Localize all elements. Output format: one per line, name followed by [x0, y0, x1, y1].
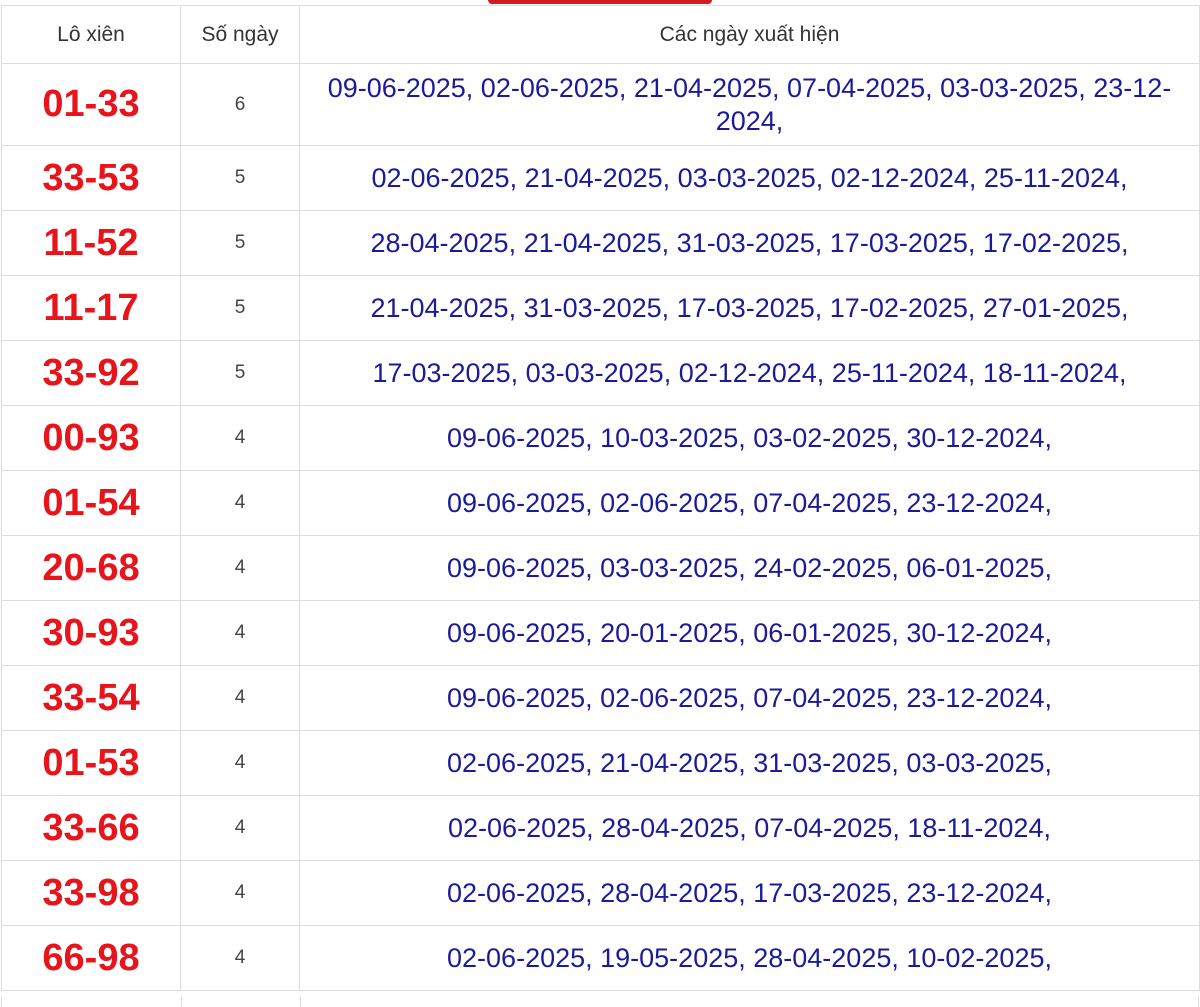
table-row: 11-52 5 28-04-2025, 21-04-2025, 31-03-20… — [1, 210, 1200, 276]
table-row: 33-54 4 09-06-2025, 02-06-2025, 07-04-20… — [1, 665, 1200, 731]
table-row: 00-93 4 09-06-2025, 10-03-2025, 03-02-20… — [1, 405, 1200, 471]
dates-cell: 09-06-2025, 10-03-2025, 03-02-2025, 30-1… — [299, 405, 1200, 471]
table-row: 33-53 5 02-06-2025, 21-04-2025, 03-03-20… — [1, 145, 1200, 211]
dates-cell: 09-06-2025, 03-03-2025, 24-02-2025, 06-0… — [299, 535, 1200, 601]
count-cell: 5 — [180, 340, 300, 406]
table-row: 33-98 4 02-06-2025, 28-04-2025, 17-03-20… — [1, 860, 1200, 926]
active-tab-indicator — [488, 0, 712, 4]
table-row: 20-68 4 09-06-2025, 03-03-2025, 24-02-20… — [1, 535, 1200, 601]
count-cell: 6 — [180, 63, 300, 146]
pair-cell: 33-98 — [1, 860, 181, 926]
lo-xien-table: Lô xiên Số ngày Các ngày xuất hiện 01-33… — [1, 5, 1200, 991]
pair-cell: 33-66 — [1, 795, 181, 861]
count-cell: 4 — [180, 925, 300, 991]
table-row: 30-93 4 09-06-2025, 20-01-2025, 06-01-20… — [1, 600, 1200, 666]
table-row: 01-53 4 02-06-2025, 21-04-2025, 31-03-20… — [1, 730, 1200, 796]
count-cell: 4 — [180, 470, 300, 536]
pair-cell: 66-98 — [1, 925, 181, 991]
column-divider — [300, 997, 301, 1007]
table-row: 33-66 4 02-06-2025, 28-04-2025, 07-04-20… — [1, 795, 1200, 861]
dates-cell: 21-04-2025, 31-03-2025, 17-03-2025, 17-0… — [299, 275, 1200, 341]
table-row: 66-98 4 02-06-2025, 19-05-2025, 28-04-20… — [1, 925, 1200, 991]
count-cell: 5 — [180, 145, 300, 211]
pair-cell: 01-53 — [1, 730, 181, 796]
pair-cell: 30-93 — [1, 600, 181, 666]
count-cell: 4 — [180, 405, 300, 471]
table-row: 33-92 5 17-03-2025, 03-03-2025, 02-12-20… — [1, 340, 1200, 406]
count-cell: 4 — [180, 795, 300, 861]
pair-cell: 11-52 — [1, 210, 181, 276]
dates-cell: 28-04-2025, 21-04-2025, 31-03-2025, 17-0… — [299, 210, 1200, 276]
pair-cell: 11-17 — [1, 275, 181, 341]
dates-cell: 09-06-2025, 02-06-2025, 07-04-2025, 23-1… — [299, 470, 1200, 536]
dates-cell: 02-06-2025, 28-04-2025, 17-03-2025, 23-1… — [299, 860, 1200, 926]
dates-cell: 02-06-2025, 28-04-2025, 07-04-2025, 18-1… — [299, 795, 1200, 861]
dates-cell: 17-03-2025, 03-03-2025, 02-12-2024, 25-1… — [299, 340, 1200, 406]
count-cell: 4 — [180, 600, 300, 666]
table-header-row: Lô xiên Số ngày Các ngày xuất hiện — [1, 5, 1200, 64]
pair-cell: 01-33 — [1, 63, 181, 146]
dates-cell: 09-06-2025, 20-01-2025, 06-01-2025, 30-1… — [299, 600, 1200, 666]
count-cell: 4 — [180, 535, 300, 601]
count-cell: 4 — [180, 730, 300, 796]
header-pair: Lô xiên — [1, 5, 181, 64]
count-cell: 4 — [180, 665, 300, 731]
pair-cell: 33-53 — [1, 145, 181, 211]
dates-cell: 09-06-2025, 02-06-2025, 07-04-2025, 23-1… — [299, 665, 1200, 731]
pair-cell: 01-54 — [1, 470, 181, 536]
pair-cell: 33-54 — [1, 665, 181, 731]
count-cell: 5 — [180, 210, 300, 276]
pair-cell: 33-92 — [1, 340, 181, 406]
next-row-edge — [1, 997, 1199, 1007]
count-cell: 5 — [180, 275, 300, 341]
table-row: 01-33 6 09-06-2025, 02-06-2025, 21-04-20… — [1, 63, 1200, 146]
dates-cell: 02-06-2025, 19-05-2025, 28-04-2025, 10-0… — [299, 925, 1200, 991]
table-row: 11-17 5 21-04-2025, 31-03-2025, 17-03-20… — [1, 275, 1200, 341]
pair-cell: 20-68 — [1, 535, 181, 601]
column-divider — [181, 997, 182, 1007]
header-dates: Các ngày xuất hiện — [299, 5, 1200, 64]
pair-cell: 00-93 — [1, 405, 181, 471]
header-count: Số ngày — [180, 5, 300, 64]
dates-cell: 02-06-2025, 21-04-2025, 31-03-2025, 03-0… — [299, 730, 1200, 796]
table-row: 01-54 4 09-06-2025, 02-06-2025, 07-04-20… — [1, 470, 1200, 536]
dates-cell: 09-06-2025, 02-06-2025, 21-04-2025, 07-0… — [299, 63, 1200, 146]
dates-cell: 02-06-2025, 21-04-2025, 03-03-2025, 02-1… — [299, 145, 1200, 211]
count-cell: 4 — [180, 860, 300, 926]
